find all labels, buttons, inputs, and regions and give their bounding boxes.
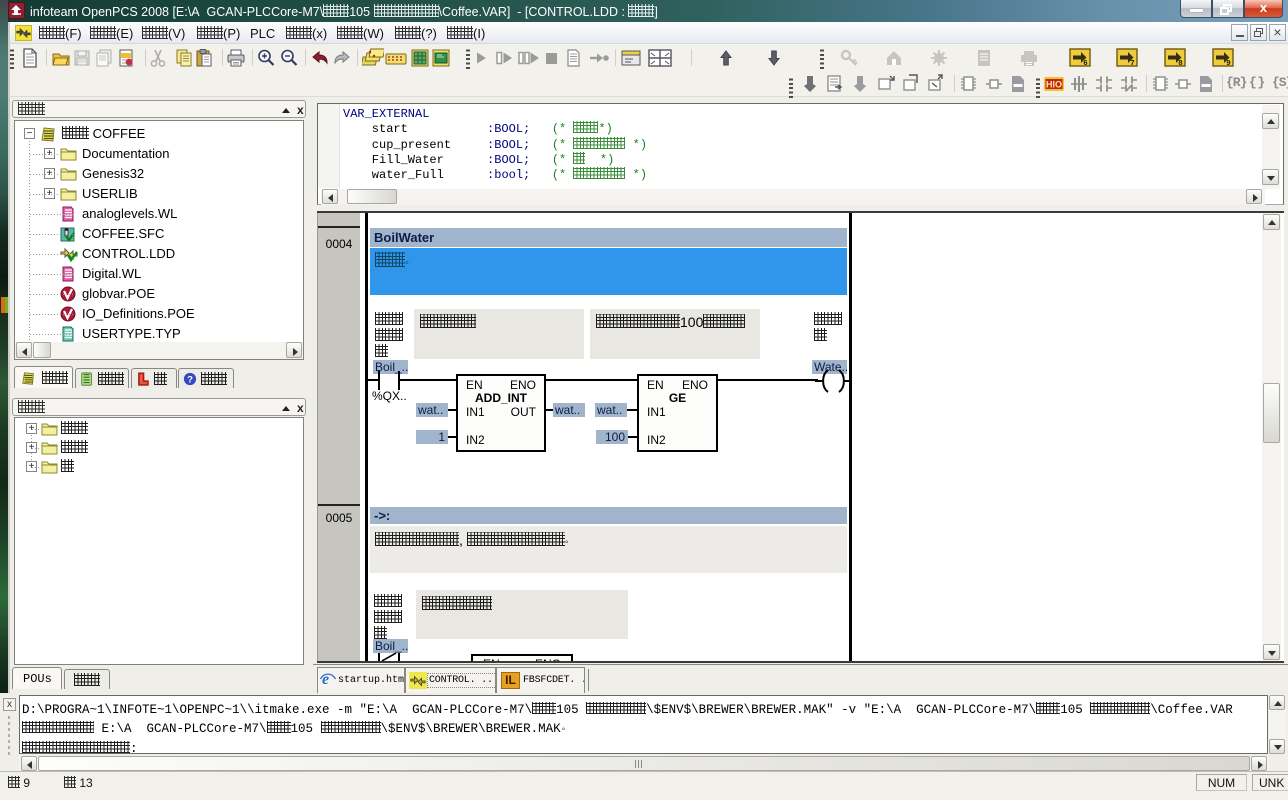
svg-text:9: 9: [1226, 58, 1230, 67]
svg-text:6: 6: [1083, 58, 1087, 67]
svg-text:8: 8: [1178, 58, 1182, 67]
svg-text:HIO: HIO: [1046, 80, 1062, 90]
svg-text:7: 7: [1130, 58, 1134, 67]
svg-text:?: ?: [187, 375, 193, 386]
